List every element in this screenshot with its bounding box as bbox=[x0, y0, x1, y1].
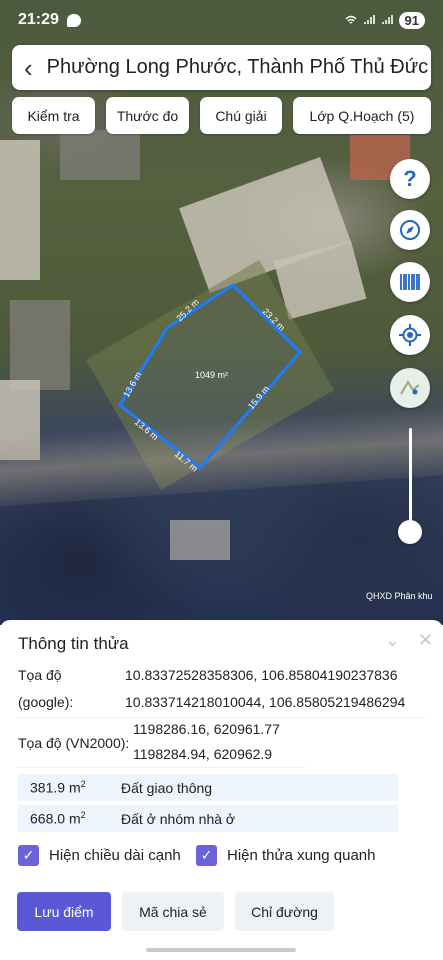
legend-chip[interactable]: Chú giải bbox=[200, 97, 282, 134]
clock: 21:29 bbox=[18, 11, 59, 28]
google-coord-value: 10.833714218010044, 106.85805219486294 bbox=[125, 694, 406, 710]
google-coord-value: 10.83372528358306, 106.85804190237836 bbox=[125, 667, 398, 683]
checkbox-checked-icon[interactable]: ✓ bbox=[18, 845, 39, 866]
land-use-row: 381.9 m2 Đất giao thông bbox=[18, 774, 398, 801]
land-use-type: Đất giao thông bbox=[121, 779, 213, 796]
google-coord-label-2: (google): bbox=[18, 694, 74, 710]
locate-icon[interactable] bbox=[390, 315, 430, 355]
share-code-button[interactable]: Mã chia sẻ bbox=[122, 892, 224, 931]
location-search-bar[interactable]: ‹ Phường Long Phước, Thành Phố Thủ Đức bbox=[12, 45, 431, 90]
ruler-chip[interactable]: Thước đo bbox=[106, 97, 189, 134]
parcel-info-sheet: Thông tin thửa ⌄ ✕ Tọa độ (google): 10.8… bbox=[0, 620, 443, 960]
opacity-slider-track[interactable] bbox=[409, 428, 412, 533]
google-coord-label: Tọa độ bbox=[18, 667, 62, 683]
sheet-title: Thông tin thửa bbox=[18, 634, 129, 653]
show-edge-length-label: Hiện chiều dài cạnh bbox=[49, 847, 181, 864]
land-use-type: Đất ở nhóm nhà ở bbox=[121, 810, 236, 827]
check-chip[interactable]: Kiểm tra bbox=[12, 97, 95, 134]
help-icon[interactable]: ? bbox=[390, 159, 430, 199]
wifi-icon bbox=[345, 15, 357, 24]
status-bar: 21:29 91 bbox=[0, 0, 443, 40]
divider bbox=[16, 717, 426, 718]
home-indicator[interactable] bbox=[146, 948, 296, 952]
battery-badge: 91 bbox=[398, 11, 425, 29]
planning-layer-chip[interactable]: Lớp Q.Hoạch (5) bbox=[293, 97, 431, 134]
divider bbox=[16, 767, 306, 768]
checkbox-checked-icon[interactable]: ✓ bbox=[196, 845, 217, 866]
map-view[interactable]: 1049 m² 25.2 m 23.2 m 13.6 m 13.6 m 15.9… bbox=[0, 0, 443, 625]
vn2000-coord-value: 1198286.16, 620961.77 bbox=[133, 721, 280, 737]
directions-button[interactable]: Chỉ đường bbox=[235, 892, 334, 931]
opacity-slider-thumb[interactable] bbox=[398, 520, 422, 544]
land-use-area: 668.0 m2 bbox=[30, 810, 86, 827]
show-neighbors-toggle[interactable]: ✓ Hiện thửa xung quanh bbox=[196, 845, 375, 866]
save-point-button[interactable]: Lưu điểm bbox=[17, 892, 111, 931]
barcode-icon[interactable] bbox=[390, 262, 430, 302]
chevron-left-icon[interactable]: ‹ bbox=[24, 55, 33, 81]
vn2000-coord-label: Tọa độ (VN2000): bbox=[18, 735, 130, 751]
show-neighbors-label: Hiện thửa xung quanh bbox=[227, 847, 376, 864]
land-use-area: 381.9 m2 bbox=[30, 779, 86, 796]
show-edge-length-toggle[interactable]: ✓ Hiện chiều dài cạnh bbox=[18, 845, 181, 866]
signal-icon bbox=[381, 15, 393, 24]
message-notification-icon bbox=[66, 13, 81, 27]
compass-icon[interactable] bbox=[390, 210, 430, 250]
sheet-controls: ⌄ ✕ bbox=[385, 630, 433, 651]
chevron-down-icon[interactable]: ⌄ bbox=[385, 630, 400, 651]
location-title: Phường Long Phước, Thành Phố Thủ Đức bbox=[46, 56, 429, 78]
close-icon[interactable]: ✕ bbox=[418, 630, 433, 651]
parcel-outline[interactable]: 1049 m² 25.2 m 23.2 m 13.6 m 13.6 m 15.9… bbox=[0, 0, 443, 625]
signal-icon bbox=[363, 15, 375, 24]
parcel-area-label: 1049 m² bbox=[195, 370, 228, 380]
map-layer-label: QHXD Phân khu bbox=[366, 591, 433, 601]
map-layer-icon[interactable] bbox=[390, 368, 430, 408]
land-use-row: 668.0 m2 Đất ở nhóm nhà ở bbox=[18, 805, 398, 832]
vn2000-coord-value: 1198284.94, 620962.9 bbox=[133, 746, 273, 762]
